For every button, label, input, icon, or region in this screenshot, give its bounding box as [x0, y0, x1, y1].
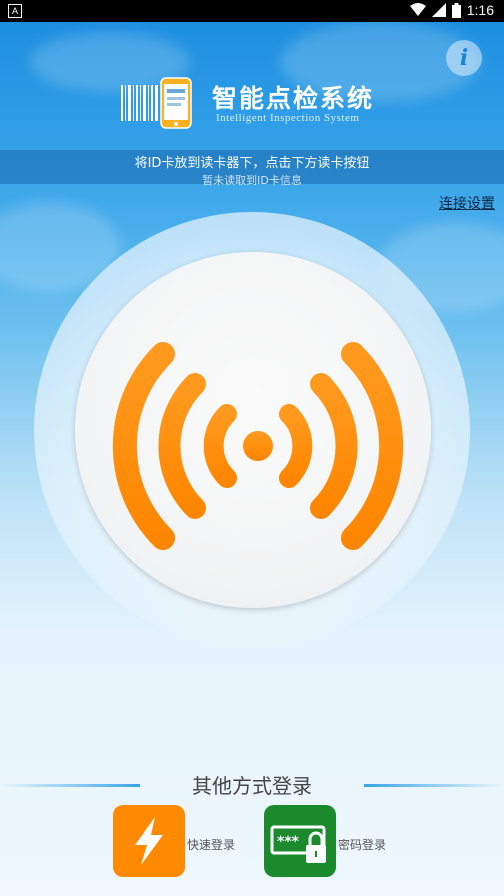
- phone-icon: [160, 77, 192, 129]
- notification-icon: A: [8, 4, 22, 18]
- status-time: 1:16: [466, 2, 494, 18]
- nfc-signal-icon: [112, 342, 404, 550]
- app-screen: i 智能点检系统 Intelligent Inspection System 将…: [0, 22, 504, 896]
- instruction-text: 将ID卡放到读卡器下，点击下方读卡按钮: [134, 156, 370, 171]
- password-lock-icon: ***: [270, 825, 326, 863]
- other-login-header: 其他方式登录: [0, 770, 504, 800]
- battery-icon: [451, 2, 461, 18]
- app-title: 智能点检系统: [212, 84, 375, 113]
- info-button[interactable]: i: [446, 40, 482, 76]
- status-bar: A 1:16: [0, 0, 504, 22]
- svg-text:***: ***: [277, 834, 300, 850]
- card-status-text: 暂未读取到ID卡信息: [202, 174, 302, 187]
- quick-login-button[interactable]: [113, 805, 185, 877]
- wifi-icon: [409, 3, 426, 16]
- signal-icon: [431, 3, 446, 17]
- password-login-label: 密码登录: [338, 838, 387, 852]
- divider-right: [364, 784, 504, 787]
- app-logo: 智能点检系统 Intelligent Inspection System: [120, 77, 390, 132]
- connection-settings-link[interactable]: 连接设置: [439, 193, 495, 213]
- barcode-icon: [121, 85, 158, 121]
- instruction-banner: 将ID卡放到读卡器下，点击下方读卡按钮 暂未读取到ID卡信息: [0, 150, 504, 187]
- quick-login-label: 快速登录: [187, 838, 236, 852]
- lightning-icon: [135, 817, 163, 865]
- password-login-button[interactable]: ***: [264, 805, 336, 877]
- app-subtitle: Intelligent Inspection System: [216, 112, 360, 124]
